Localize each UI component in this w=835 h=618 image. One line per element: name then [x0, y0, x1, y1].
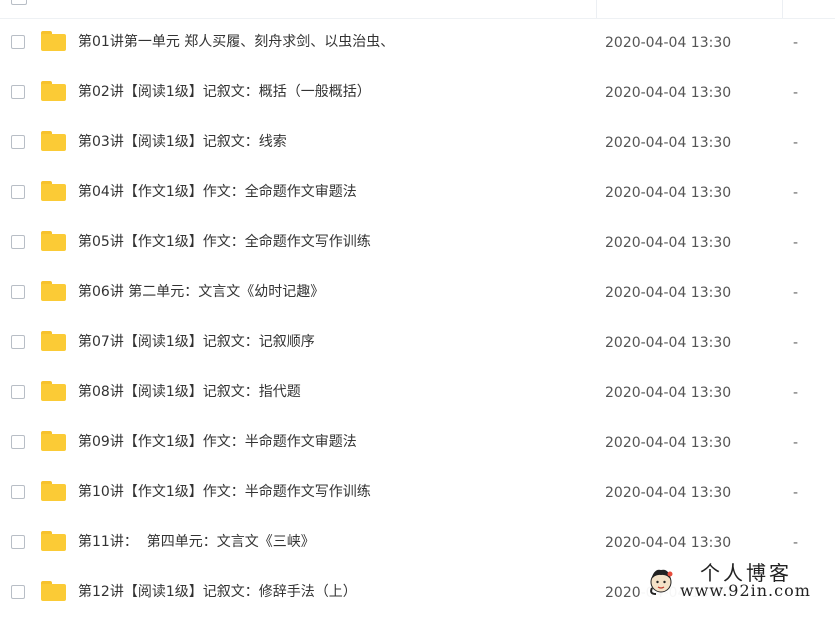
modified-time: 2020-04-04 13:30 [605, 35, 732, 51]
modified-time: 2020-04-04 13:30 [605, 185, 732, 201]
modified-time: 2020-04-04 13:30 [605, 485, 732, 501]
file-size: - [793, 385, 799, 401]
file-name[interactable]: 第06讲 第二单元：文言文《幼时记趣》 [78, 283, 324, 301]
file-row[interactable]: 第06讲 第二单元：文言文《幼时记趣》 2020-04-04 13:30 - [0, 268, 835, 318]
column-divider [782, 0, 783, 18]
file-row[interactable]: 第10讲【作文1级】作文：半命题作文写作训练 2020-04-04 13:30 … [0, 468, 835, 518]
row-checkbox[interactable] [11, 385, 25, 399]
file-name[interactable]: 第11讲： 第四单元：文言文《三峡》 [78, 533, 315, 551]
file-size: - [793, 435, 799, 451]
row-checkbox[interactable] [11, 35, 25, 49]
file-name[interactable]: 第04讲【作文1级】作文：全命题作文审题法 [78, 183, 357, 201]
folder-icon [41, 531, 66, 551]
row-checkbox[interactable] [11, 135, 25, 149]
modified-time: 2020-04-04 13:30 [605, 235, 732, 251]
file-name[interactable]: 第07讲【阅读1级】记叙文：记叙顺序 [78, 333, 315, 351]
column-header-size[interactable]: 大小 [791, 0, 817, 12]
folder-icon [41, 181, 66, 201]
modified-time: 2020-04-04 13:30 [605, 535, 732, 551]
file-name[interactable]: 第10讲【作文1级】作文：半命题作文写作训练 [78, 483, 371, 501]
file-row[interactable]: 第09讲【作文1级】作文：半命题作文审题法 2020-04-04 13:30 - [0, 418, 835, 468]
file-name[interactable]: 第08讲【阅读1级】记叙文：指代题 [78, 383, 301, 401]
file-size: - [793, 135, 799, 151]
file-row[interactable]: 第03讲【阅读1级】记叙文：线索 2020-04-04 13:30 - [0, 118, 835, 168]
watermark: 个人博客 www.92in.com [640, 560, 835, 602]
watermark-url: www.92in.com [680, 581, 811, 600]
folder-icon [41, 231, 66, 251]
row-checkbox[interactable] [11, 585, 25, 599]
file-size: - [793, 185, 799, 201]
modified-time: 2020-04-04 13:30 [605, 335, 732, 351]
file-name[interactable]: 第01讲第一单元 郑人买履、刻舟求剑、以虫治虫、 [78, 33, 394, 51]
row-checkbox[interactable] [11, 285, 25, 299]
file-size: - [793, 535, 799, 551]
file-row[interactable]: 第01讲第一单元 郑人买履、刻舟求剑、以虫治虫、 2020-04-04 13:3… [0, 18, 835, 68]
modified-time: 2020-04-04 13:30 [605, 435, 732, 451]
file-row[interactable]: 第04讲【作文1级】作文：全命题作文审题法 2020-04-04 13:30 - [0, 168, 835, 218]
file-size: - [793, 85, 799, 101]
modified-time: 2020-04-04 13:30 [605, 285, 732, 301]
file-size: - [793, 485, 799, 501]
file-name[interactable]: 第09讲【作文1级】作文：半命题作文审题法 [78, 433, 357, 451]
column-header-name[interactable]: 文件名 [46, 0, 85, 12]
column-header-modified[interactable]: 修改时间 [605, 0, 657, 12]
folder-icon [41, 281, 66, 301]
folder-icon [41, 481, 66, 501]
folder-icon [41, 331, 66, 351]
folder-icon [41, 81, 66, 101]
file-row[interactable]: 第07讲【阅读1级】记叙文：记叙顺序 2020-04-04 13:30 - [0, 318, 835, 368]
file-name[interactable]: 第12讲【阅读1级】记叙文：修辞手法（上） [78, 583, 357, 601]
row-checkbox[interactable] [11, 335, 25, 349]
file-list-header: 文件名 修改时间 大小 [0, 0, 835, 19]
file-size: - [793, 335, 799, 351]
file-name[interactable]: 第02讲【阅读1级】记叙文：概括（一般概括） [78, 83, 371, 101]
folder-icon [41, 581, 66, 601]
folder-icon [41, 381, 66, 401]
select-all-checkbox[interactable] [11, 0, 27, 5]
file-row[interactable]: 第08讲【阅读1级】记叙文：指代题 2020-04-04 13:30 - [0, 368, 835, 418]
file-size: - [793, 285, 799, 301]
folder-icon [41, 431, 66, 451]
row-checkbox[interactable] [11, 235, 25, 249]
modified-time: 2020-04-04 13:30 [605, 85, 732, 101]
file-name[interactable]: 第05讲【作文1级】作文：全命题作文写作训练 [78, 233, 371, 251]
file-size: - [793, 235, 799, 251]
modified-time: 2020-04-04 13:30 [605, 385, 732, 401]
row-checkbox[interactable] [11, 185, 25, 199]
modified-time: 2020-04-04 13:30 [605, 135, 732, 151]
row-checkbox[interactable] [11, 535, 25, 549]
file-row[interactable]: 第05讲【作文1级】作文：全命题作文写作训练 2020-04-04 13:30 … [0, 218, 835, 268]
row-checkbox[interactable] [11, 485, 25, 499]
file-name[interactable]: 第03讲【阅读1级】记叙文：线索 [78, 133, 287, 151]
row-checkbox[interactable] [11, 435, 25, 449]
column-divider [596, 0, 597, 18]
folder-icon [41, 131, 66, 151]
file-row[interactable]: 第02讲【阅读1级】记叙文：概括（一般概括） 2020-04-04 13:30 … [0, 68, 835, 118]
folder-icon [41, 31, 66, 51]
avatar-logo-icon [650, 569, 673, 595]
file-size: - [793, 35, 799, 51]
row-checkbox[interactable] [11, 85, 25, 99]
